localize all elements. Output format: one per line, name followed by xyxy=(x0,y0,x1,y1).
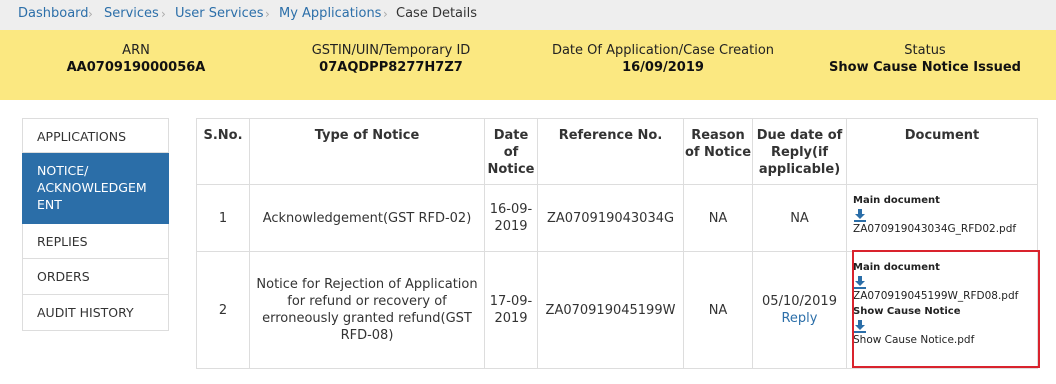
cell-reason: NA xyxy=(683,184,753,252)
header-date-of-notice: Date of Notice xyxy=(484,118,538,185)
arn-label: ARN xyxy=(122,43,150,58)
table-header-row: S.No. Type of Notice Date of Notice Refe… xyxy=(196,118,1038,185)
gstin-value: 07AQDPP8277H7Z7 xyxy=(319,60,463,75)
cell-reason: NA xyxy=(683,251,753,369)
status-value: Show Cause Notice Issued xyxy=(829,60,1021,75)
doc-title: Main document xyxy=(853,195,940,206)
breadcrumb-separator-icon: › xyxy=(265,7,270,21)
nav-audit-history[interactable]: AUDIT HISTORY xyxy=(22,295,169,331)
cell-date-of-notice: 16-09-2019 xyxy=(484,184,538,252)
table-row: 2 Notice for Rejection of Application fo… xyxy=(196,251,1038,369)
gstin-info: GSTIN/UIN/Temporary ID 07AQDPP8277H7Z7 xyxy=(296,42,486,76)
nav-applications[interactable]: APPLICATIONS xyxy=(22,118,169,153)
table-row: 1 Acknowledgement(GST RFD-02) 16-09-2019… xyxy=(196,184,1038,252)
status-label: Status xyxy=(904,43,946,58)
header-document: Document xyxy=(846,118,1038,185)
breadcrumb-separator-icon: › xyxy=(161,7,166,21)
cell-due-date: 05/10/2019 Reply xyxy=(752,251,847,369)
gstin-label: GSTIN/UIN/Temporary ID xyxy=(311,43,471,58)
header-due-date: Due date of Reply(if applicable) xyxy=(752,118,847,185)
reply-link[interactable]: Reply xyxy=(753,310,846,327)
notices-table: S.No. Type of Notice Date of Notice Refe… xyxy=(196,118,1038,369)
application-date-info: Date Of Application/Case Creation 16/09/… xyxy=(548,42,778,76)
doc-title: Main document xyxy=(853,262,940,273)
cell-documents: Main document ZA070919043034G_RFD02.pdf xyxy=(846,184,1038,252)
header-reference-no: Reference No. xyxy=(537,118,684,185)
nav-replies[interactable]: REPLIES xyxy=(22,224,169,259)
case-side-nav: APPLICATIONS NOTICE/ ACKNOWLEDGEM ENT RE… xyxy=(22,118,169,331)
cell-type-of-notice: Acknowledgement(GST RFD-02) xyxy=(249,184,485,252)
download-icon[interactable] xyxy=(853,319,867,333)
breadcrumb-current: Case Details xyxy=(396,6,478,21)
download-icon[interactable] xyxy=(853,208,867,222)
doc-file-link[interactable]: ZA070919043034G_RFD02.pdf xyxy=(853,222,1037,236)
breadcrumb-user-services[interactable]: User Services xyxy=(175,6,264,22)
nav-notice-acknowledgement[interactable]: NOTICE/ ACKNOWLEDGEM ENT xyxy=(22,153,169,224)
doc-title: Show Cause Notice xyxy=(853,306,961,317)
cell-documents: Main document ZA070919045199W_RFD08.pdf … xyxy=(846,251,1038,369)
cell-sno: 2 xyxy=(196,251,250,369)
doc-file-link[interactable]: Show Cause Notice.pdf xyxy=(853,333,1037,347)
arn-info: ARN AA070919000056A xyxy=(66,42,206,76)
download-icon[interactable] xyxy=(853,275,867,289)
doc-file-link[interactable]: ZA070919045199W_RFD08.pdf xyxy=(853,289,1037,303)
breadcrumb-separator-icon: › xyxy=(88,7,93,21)
breadcrumb-separator-icon: › xyxy=(383,7,388,21)
breadcrumb-services[interactable]: Services xyxy=(104,6,159,22)
due-date-value: 05/10/2019 xyxy=(762,294,837,309)
cell-sno: 1 xyxy=(196,184,250,252)
cell-type-of-notice: Notice for Rejection of Application for … xyxy=(249,251,485,369)
cell-due-date: NA xyxy=(752,184,847,252)
header-type-of-notice: Type of Notice xyxy=(249,118,485,185)
breadcrumb-dashboard[interactable]: Dashboard xyxy=(18,6,89,22)
cell-reference-no: ZA070919043034G xyxy=(537,184,684,252)
application-date-value: 16/09/2019 xyxy=(622,60,704,75)
breadcrumb: Dashboard › Services › User Services › M… xyxy=(0,0,1056,30)
case-info-bar: ARN AA070919000056A GSTIN/UIN/Temporary … xyxy=(0,30,1056,100)
application-date-label: Date Of Application/Case Creation xyxy=(551,43,775,58)
status-info: Status Show Cause Notice Issued xyxy=(822,42,1028,76)
arn-value: AA070919000056A xyxy=(66,60,206,75)
cell-date-of-notice: 17-09-2019 xyxy=(484,251,538,369)
header-sno: S.No. xyxy=(196,118,250,185)
cell-reference-no: ZA070919045199W xyxy=(537,251,684,369)
header-reason-of-notice: Reason of Notice xyxy=(683,118,753,185)
breadcrumb-my-applications[interactable]: My Applications xyxy=(279,6,381,22)
nav-orders[interactable]: ORDERS xyxy=(22,259,169,295)
